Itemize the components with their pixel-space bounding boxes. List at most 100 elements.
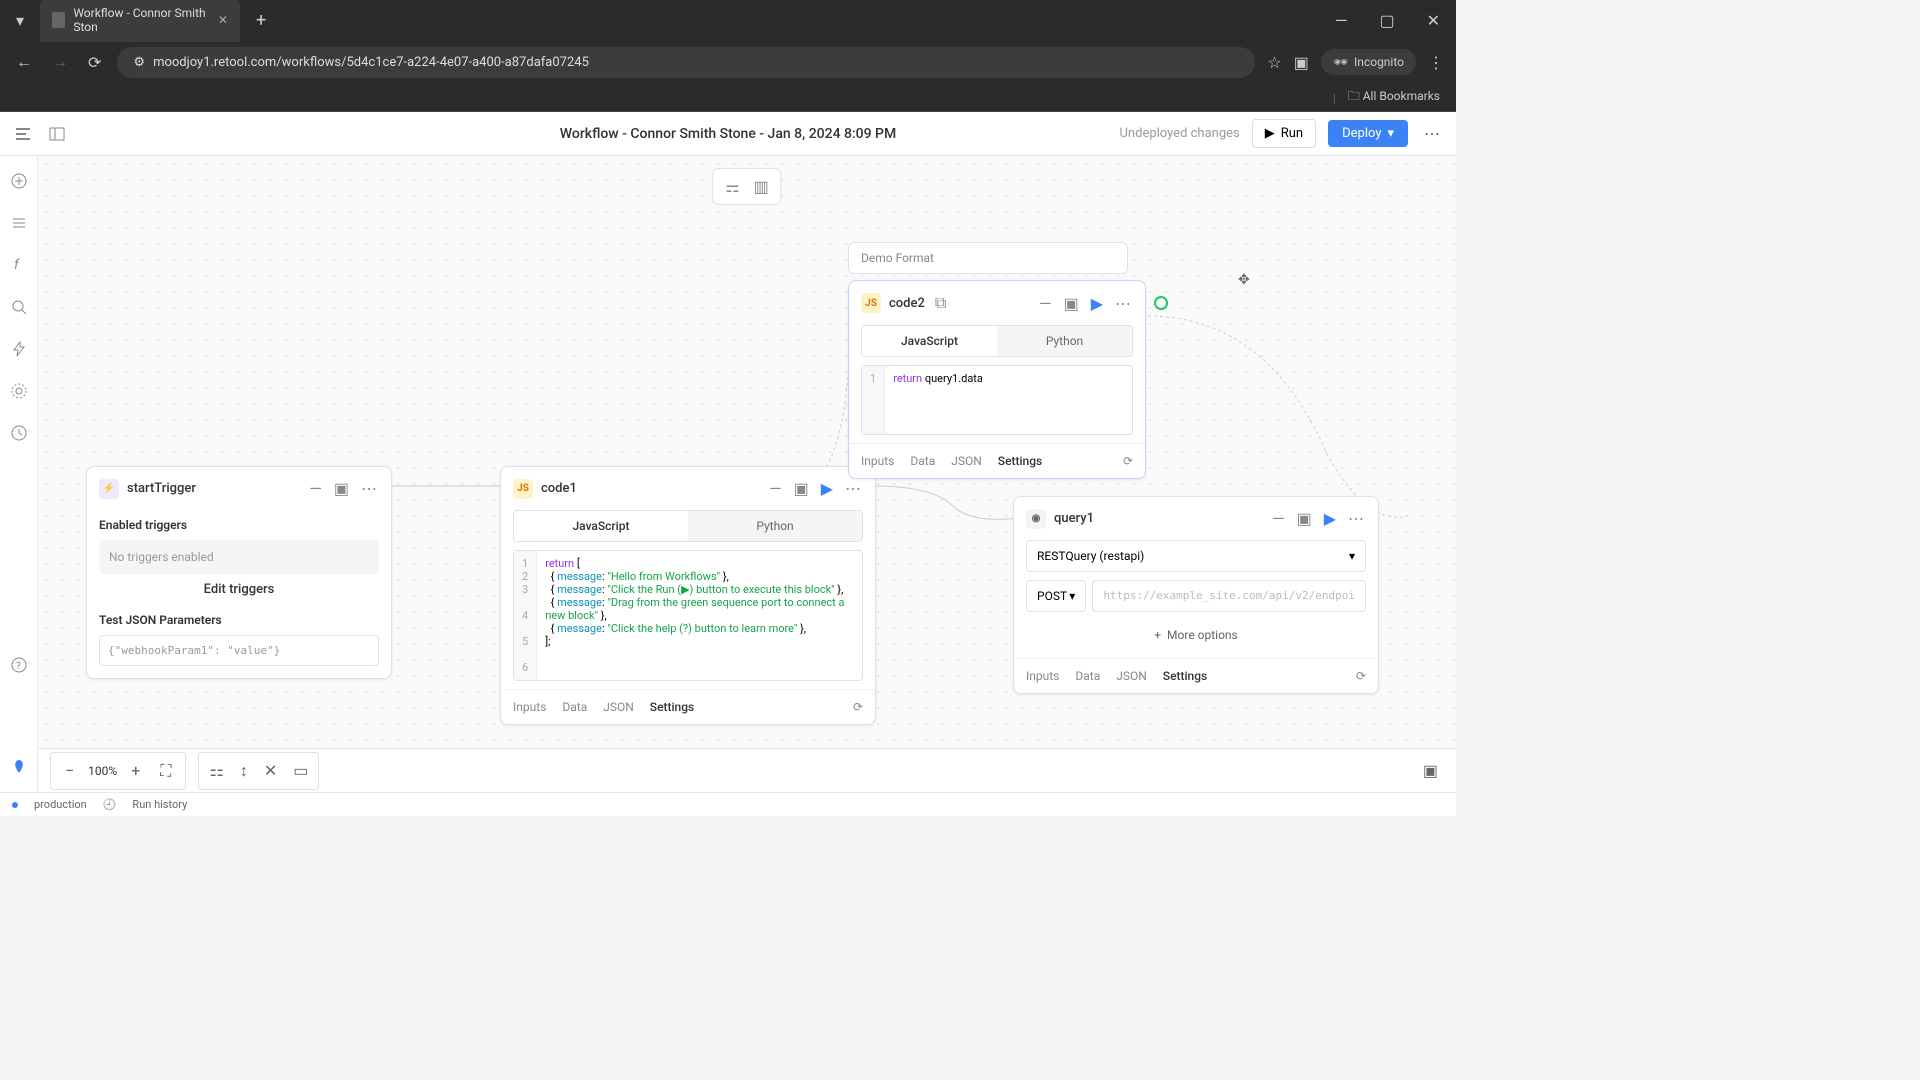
- panel-icon[interactable]: ▣: [332, 477, 351, 500]
- layout-icon[interactable]: ⚏: [203, 757, 229, 785]
- node-label-input[interactable]: Demo Format: [848, 242, 1128, 274]
- node-more-icon[interactable]: ⋯: [1113, 292, 1133, 315]
- url-text: moodjoy1.retool.com/workflows/5d4c1ce7-a…: [153, 55, 589, 70]
- close-tab-icon[interactable]: ✕: [218, 13, 228, 27]
- rocket-icon[interactable]: [10, 758, 28, 776]
- collapse-icon[interactable]: —: [1270, 507, 1287, 530]
- zoom-out-icon[interactable]: −: [59, 757, 80, 784]
- incognito-badge[interactable]: 🕶 Incognito: [1321, 49, 1416, 75]
- refresh-icon[interactable]: ⟳: [853, 700, 863, 714]
- footer-data[interactable]: Data: [562, 700, 587, 714]
- footer-data[interactable]: Data: [910, 454, 935, 468]
- more-options-button[interactable]: + More options: [1014, 620, 1378, 650]
- tab-list-dropdown[interactable]: ▾: [8, 7, 32, 34]
- deploy-button[interactable]: Deploy ▾: [1328, 120, 1408, 147]
- minimize-icon[interactable]: —: [1327, 7, 1356, 34]
- all-bookmarks-button[interactable]: 🗀 All Bookmarks: [1348, 87, 1440, 108]
- play-icon[interactable]: ▶: [1089, 292, 1105, 315]
- node-more-icon[interactable]: ⋯: [843, 477, 863, 500]
- node-title: startTrigger: [127, 481, 196, 496]
- fit-screen-icon[interactable]: ⛶: [154, 757, 177, 785]
- close-window-icon[interactable]: ✕: [1419, 7, 1448, 34]
- footer-json[interactable]: JSON: [1116, 669, 1147, 683]
- run-history-button[interactable]: Run history: [132, 798, 187, 811]
- node-start-trigger[interactable]: ⚡ startTrigger — ▣ ⋯ Enabled triggers No…: [86, 466, 392, 679]
- search-icon[interactable]: [10, 298, 28, 316]
- zoom-in-icon[interactable]: +: [125, 757, 146, 784]
- arrange-icon[interactable]: ▥: [752, 175, 771, 198]
- workflow-canvas[interactable]: ⚎ ▥ Demo Format ⚡ startTrigger — ▣ ⋯: [38, 156, 1456, 748]
- canvas-tools: ⚏ ↕ ✕ ▭: [198, 752, 319, 790]
- side-panel-icon[interactable]: ▣: [1294, 53, 1309, 72]
- bolt-icon[interactable]: [10, 340, 28, 358]
- resource-select[interactable]: RESTQuery (restapi) ▾: [1026, 540, 1366, 572]
- browser-menu-icon[interactable]: ⋮: [1428, 53, 1444, 72]
- code-editor[interactable]: 1 return query1.data: [861, 365, 1133, 435]
- footer-inputs[interactable]: Inputs: [513, 700, 546, 714]
- panel-icon[interactable]: ▣: [1062, 292, 1081, 315]
- tab-javascript[interactable]: JavaScript: [514, 511, 688, 541]
- maximize-icon[interactable]: ▢: [1371, 7, 1402, 34]
- url-input[interactable]: ⚙ moodjoy1.retool.com/workflows/5d4c1ce7…: [117, 47, 1255, 78]
- node-more-icon[interactable]: ⋯: [1346, 507, 1366, 530]
- expand-vertical-icon[interactable]: ↕: [234, 757, 254, 785]
- add-block-icon[interactable]: [10, 172, 28, 190]
- auto-layout-icon[interactable]: ⚎: [723, 175, 741, 198]
- panel-toggle-icon[interactable]: [46, 123, 68, 145]
- function-icon[interactable]: f: [10, 256, 28, 274]
- footer-data[interactable]: Data: [1075, 669, 1100, 683]
- footer-settings[interactable]: Settings: [650, 700, 694, 714]
- node-code2[interactable]: JS code2 ⧉ — ▣ ▶ ⋯ JavaScript Python 1 r…: [848, 280, 1146, 479]
- node-query1[interactable]: ◉ query1 — ▣ ▶ ⋯ RESTQuery (restapi) ▾ P…: [1013, 496, 1379, 694]
- play-icon[interactable]: ▶: [819, 477, 835, 500]
- line-num: 2: [522, 570, 528, 583]
- list-icon[interactable]: [10, 214, 28, 232]
- run-button[interactable]: ▶ Run: [1252, 119, 1316, 148]
- minimap-icon[interactable]: ▭: [287, 757, 314, 785]
- collapse-icon[interactable]: —: [307, 477, 324, 500]
- tab-python[interactable]: Python: [997, 326, 1132, 356]
- footer-json[interactable]: JSON: [951, 454, 982, 468]
- collapse-icon[interactable]: —: [767, 477, 784, 500]
- collapse-icon[interactable]: —: [1037, 292, 1054, 315]
- panel-icon[interactable]: ▣: [1295, 507, 1314, 530]
- sequence-port-icon[interactable]: [1154, 296, 1168, 310]
- edit-triggers-button[interactable]: Edit triggers: [99, 574, 379, 605]
- code-editor[interactable]: 1 2 3 4 5 6 return [ { message: "Hello f…: [513, 550, 863, 681]
- url-input[interactable]: https://example_site.com/api/v2/endpoi: [1092, 580, 1366, 612]
- forward-icon[interactable]: →: [48, 48, 72, 76]
- reload-icon[interactable]: ⟳: [84, 49, 105, 76]
- new-tab-button[interactable]: +: [248, 6, 274, 35]
- code-content: return [ { message: "Hello from Workflow…: [537, 551, 862, 680]
- refresh-icon[interactable]: ⟳: [1356, 669, 1366, 683]
- close-tool-icon[interactable]: ✕: [258, 757, 283, 785]
- env-label[interactable]: production: [34, 798, 87, 811]
- node-code1[interactable]: JS code1 — ▣ ▶ ⋯ JavaScript Python 1 2 3: [500, 466, 876, 725]
- right-panel-toggle-icon[interactable]: ▣: [1417, 757, 1444, 784]
- bookmark-star-icon[interactable]: ☆: [1267, 53, 1281, 72]
- http-method-select[interactable]: POST ▾: [1026, 580, 1086, 612]
- footer-inputs[interactable]: Inputs: [861, 454, 894, 468]
- footer-inputs[interactable]: Inputs: [1026, 669, 1059, 683]
- tab-python[interactable]: Python: [688, 511, 862, 541]
- refresh-icon[interactable]: ⟳: [1123, 454, 1133, 468]
- play-icon[interactable]: ▶: [1322, 507, 1338, 530]
- footer-settings[interactable]: Settings: [998, 454, 1042, 468]
- header-more-icon[interactable]: ⋯: [1420, 120, 1444, 147]
- history-icon[interactable]: [10, 424, 28, 442]
- env-status-dot: [12, 802, 18, 808]
- tab-javascript[interactable]: JavaScript: [862, 326, 997, 356]
- incognito-icon: 🕶: [1333, 55, 1348, 69]
- gear-icon[interactable]: [10, 382, 28, 400]
- back-icon[interactable]: ←: [12, 48, 36, 76]
- node-more-icon[interactable]: ⋯: [359, 477, 379, 500]
- help-icon[interactable]: ?: [10, 656, 28, 674]
- footer-settings[interactable]: Settings: [1163, 669, 1207, 683]
- active-tab[interactable]: Workflow - Connor Smith Ston ✕: [40, 0, 240, 42]
- panel-icon[interactable]: ▣: [792, 477, 811, 500]
- site-settings-icon[interactable]: ⚙: [133, 55, 145, 70]
- footer-json[interactable]: JSON: [603, 700, 634, 714]
- app-menu-icon[interactable]: [12, 123, 34, 145]
- json-params-input[interactable]: {"webhookParam1": "value"}: [99, 635, 379, 666]
- copy-icon[interactable]: ⧉: [933, 291, 948, 315]
